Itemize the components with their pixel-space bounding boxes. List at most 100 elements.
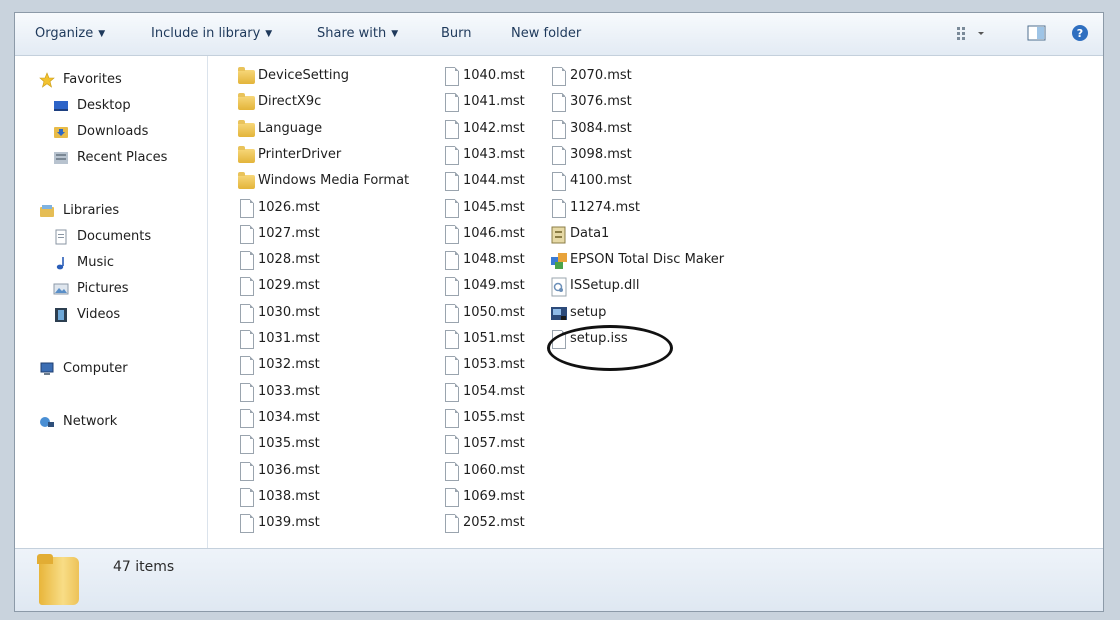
- file-name: 2070.mst: [570, 68, 632, 83]
- libraries-icon: [40, 205, 54, 217]
- file-icon: [443, 382, 461, 403]
- file-icon: [443, 67, 461, 87]
- change-view-button[interactable]: [955, 24, 989, 46]
- folder-icon: [238, 93, 256, 113]
- folder-icon: [37, 554, 79, 605]
- file-name: 1046.mst: [463, 225, 525, 241]
- nav-label-favorites: Favorites: [63, 72, 122, 87]
- file-icon: [443, 487, 461, 508]
- item-count: 47 items: [113, 559, 175, 575]
- file-icon: [443, 251, 461, 271]
- file-name: 1036.mst: [258, 462, 320, 478]
- file-icon: [443, 408, 461, 429]
- preview-pane-icon: [1027, 25, 1046, 41]
- file-name: 1038.mst: [258, 488, 320, 504]
- help-button[interactable]: ?: [1071, 24, 1089, 46]
- file-icon: [443, 224, 461, 245]
- cabinet-file-icon: [550, 225, 568, 245]
- chevron-down-icon: ▼: [391, 29, 399, 39]
- file-icon: [550, 119, 568, 140]
- file-name: 1049.mst: [463, 278, 525, 294]
- file-name: 1044.mst: [463, 173, 525, 189]
- file-name: 1032.mst: [258, 357, 320, 373]
- file-name: PrinterDriver: [258, 146, 342, 162]
- music-icon: [56, 257, 64, 270]
- burn-label: Burn: [441, 26, 472, 41]
- file-name: 1034.mst: [258, 409, 320, 425]
- file-icon: [443, 356, 461, 376]
- organize-label: Organize: [35, 26, 94, 41]
- file-name: 3076.mst: [570, 94, 632, 110]
- file-icon: [238, 356, 256, 376]
- file-name: DirectX9c: [258, 94, 322, 110]
- file-name: 1060.mst: [463, 462, 525, 478]
- network-icon: [40, 417, 54, 427]
- nav-label-pictures: Pictures: [77, 281, 129, 296]
- view-options-icon: [957, 27, 984, 40]
- details-pane: 47 items: [15, 548, 1103, 611]
- file-name: 2052.mst: [463, 515, 525, 531]
- file-icon: [238, 382, 256, 403]
- file-name: 1033.mst: [258, 383, 320, 399]
- file-icon: [443, 461, 461, 482]
- help-icon: ?: [1072, 25, 1088, 41]
- desktop-icon: [54, 101, 68, 111]
- file-icon: [238, 514, 256, 534]
- file-name: 1051.mst: [463, 331, 525, 346]
- nav-label-desktop: Desktop: [77, 98, 131, 113]
- file-icon: [443, 303, 461, 324]
- file-name: setup: [570, 304, 607, 320]
- file-name: ISSetup.dll: [570, 278, 640, 294]
- file-icon: [443, 277, 461, 297]
- chevron-down-icon: ▼: [265, 29, 273, 39]
- file-icon: [443, 172, 461, 192]
- file-name: setup.iss: [570, 331, 628, 346]
- file-name: 11274.mst: [570, 199, 641, 215]
- file-icon: [238, 487, 256, 508]
- file-icon: [443, 330, 461, 350]
- file-icon: [238, 224, 256, 245]
- file-name: 3098.mst: [570, 146, 632, 162]
- file-name: Windows Media Format: [258, 173, 410, 189]
- file-icon: [550, 67, 568, 87]
- nav-label-recent-places: Recent Places: [77, 150, 168, 165]
- folder-icon: [238, 119, 256, 140]
- file-name: 1031.mst: [258, 331, 320, 346]
- preview-pane-button[interactable]: [1027, 24, 1047, 46]
- pictures-icon: [53, 283, 69, 295]
- file-name: 3084.mst: [570, 120, 632, 136]
- videos-icon: [55, 308, 67, 322]
- file-icon: [443, 435, 461, 455]
- file-name: 1035.mst: [258, 436, 320, 452]
- file-name: Language: [258, 120, 323, 136]
- include-in-library-button[interactable]: Include in library ▼: [151, 26, 272, 41]
- file-name: 1053.mst: [463, 357, 525, 373]
- file-name: 1045.mst: [463, 199, 525, 215]
- burn-button[interactable]: Burn: [441, 26, 472, 41]
- new-folder-button[interactable]: New folder: [511, 26, 581, 41]
- file-icon: [443, 145, 461, 166]
- nav-label-libraries: Libraries: [63, 203, 120, 218]
- file-icon: [550, 330, 568, 350]
- documents-icon: [55, 229, 67, 245]
- file-name: EPSON Total Disc Maker: [570, 252, 725, 268]
- organize-button[interactable]: Organize ▼: [35, 26, 105, 41]
- nav-label-documents: Documents: [77, 229, 152, 244]
- file-icon: [550, 93, 568, 113]
- dll-file-icon: [550, 277, 568, 297]
- recent-places-icon: [54, 152, 68, 164]
- file-icon: [238, 198, 256, 219]
- include-in-library-label: Include in library: [151, 26, 261, 41]
- file-icon: [238, 277, 256, 297]
- share-with-button[interactable]: Share with ▼: [317, 26, 398, 41]
- file-name: 1039.mst: [258, 515, 320, 531]
- file-name: 1057.mst: [463, 436, 525, 452]
- file-name: 4100.mst: [570, 173, 632, 189]
- installer-package-icon: [550, 251, 568, 271]
- file-icon: [238, 461, 256, 482]
- file-name: 1055.mst: [463, 409, 525, 425]
- setup-program-icon: [550, 304, 568, 324]
- file-icon: [238, 251, 256, 271]
- nav-label-network: Network: [63, 414, 118, 429]
- svg-text:?: ?: [1077, 27, 1083, 40]
